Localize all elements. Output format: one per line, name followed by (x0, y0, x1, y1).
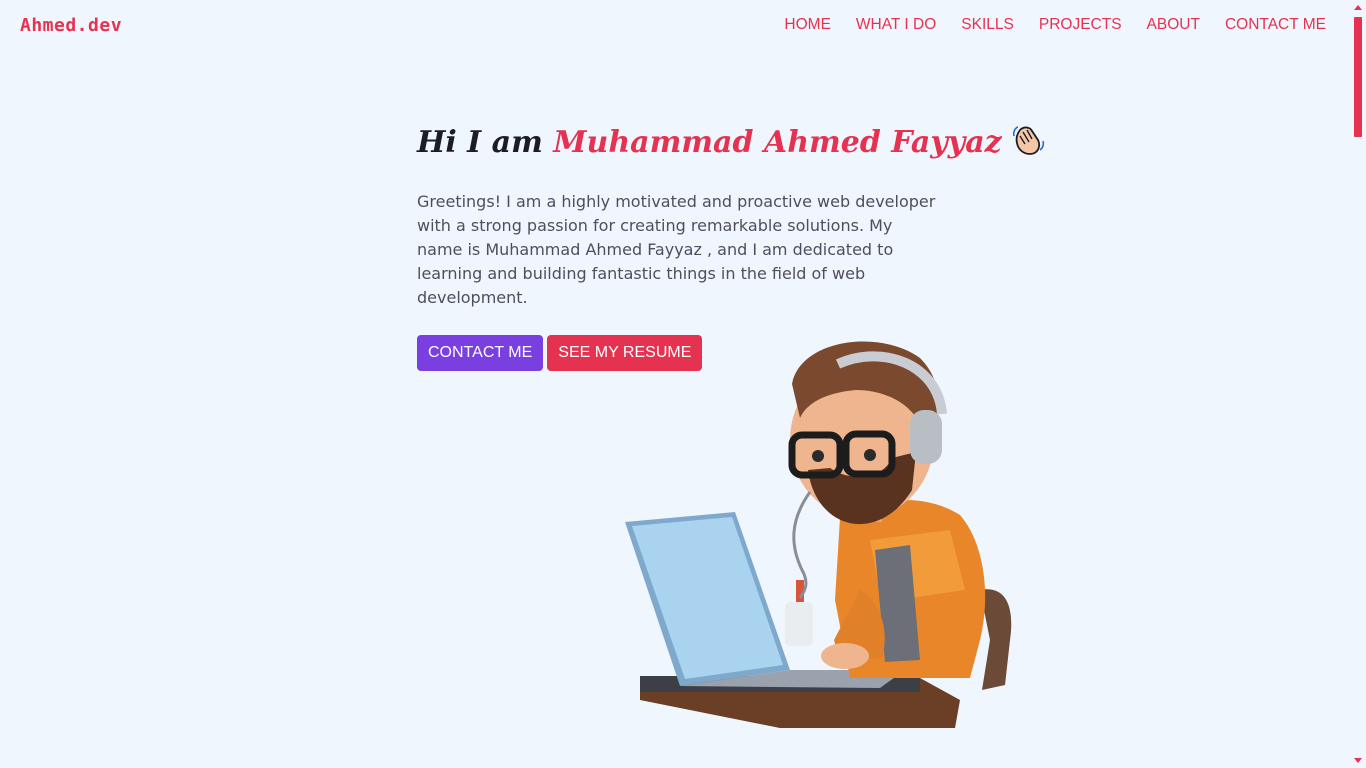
nav-home[interactable]: HOME (784, 16, 831, 34)
nav-what-i-do[interactable]: WHAT I DO (856, 16, 936, 34)
site-logo[interactable]: Ahmed.dev (20, 15, 122, 36)
scroll-down-arrow-icon[interactable] (1354, 758, 1362, 763)
page-scrollbar[interactable] (1349, 0, 1366, 768)
main-menu: HOME WHAT I DO SKILLS PROJECTS ABOUT CON… (784, 16, 1326, 34)
nav-about[interactable]: ABOUT (1147, 16, 1200, 34)
hero-name: Muhammad Ahmed Fayyaz (553, 125, 1002, 160)
hero-title: Hi I am Muhammad Ahmed Fayyaz (417, 120, 1044, 172)
scroll-thumb[interactable] (1354, 17, 1362, 137)
top-navbar: Ahmed.dev HOME WHAT I DO SKILLS PROJECTS… (0, 0, 1349, 52)
nav-skills[interactable]: SKILLS (961, 16, 1014, 34)
hero-description: Greetings! I am a highly motivated and p… (417, 192, 936, 307)
scroll-up-arrow-icon[interactable] (1354, 5, 1362, 10)
contact-me-button[interactable]: CONTACT ME (417, 335, 544, 371)
waving-hand-icon (1010, 122, 1046, 172)
nav-contact[interactable]: CONTACT ME (1225, 16, 1326, 34)
developer-avatar-illustration (620, 340, 1020, 735)
hero-greeting: Hi I am (417, 125, 554, 160)
nav-projects[interactable]: PROJECTS (1039, 16, 1122, 34)
hero-section: Hi I am Muhammad Ahmed Fayyaz Greetings!… (417, 120, 1044, 371)
